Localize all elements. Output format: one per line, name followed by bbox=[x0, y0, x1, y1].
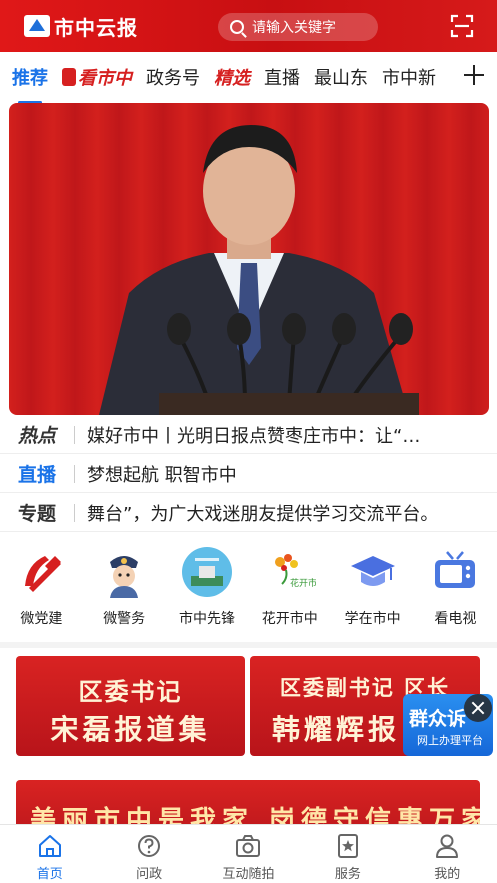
row-divider bbox=[74, 464, 75, 483]
tab-shizhong-news[interactable]: 市中新 bbox=[382, 64, 436, 90]
flower-icon: 花开市中 bbox=[274, 554, 316, 589]
banner-slogan[interactable]: 美丽市中是我家 岗德守信惠万家 bbox=[16, 780, 480, 824]
kan-badge-icon bbox=[62, 68, 76, 86]
nav-label: 互动随拍 bbox=[222, 867, 275, 882]
banner-subtitle: 宋磊报道集 bbox=[50, 713, 211, 746]
nav-interactive-photo[interactable]: 互动随拍 bbox=[199, 825, 298, 883]
bottom-nav: 首页 问政 互动随拍 服务 我的 bbox=[0, 824, 497, 883]
scan-icon[interactable] bbox=[450, 14, 474, 38]
service-party-building[interactable]: 微党建 bbox=[0, 538, 83, 638]
party-emblem-icon bbox=[25, 556, 62, 592]
live-tag: 直播 bbox=[18, 464, 57, 486]
floating-subtitle: 网上办理平台 bbox=[417, 734, 483, 747]
hero-image[interactable] bbox=[9, 103, 489, 415]
add-channel-icon[interactable] bbox=[461, 62, 487, 88]
tab-gov-accounts[interactable]: 政务号 bbox=[146, 64, 200, 90]
nav-home[interactable]: 首页 bbox=[0, 825, 99, 883]
service-grid: 微党建 微警务 市中先锋 花开市 花开市中 学在市中 看电视 bbox=[0, 538, 497, 638]
search-box[interactable]: 请输入关键字 bbox=[218, 13, 378, 41]
service-police[interactable]: 微警务 bbox=[83, 538, 166, 638]
banner-title: 区委书记 bbox=[78, 678, 183, 706]
news-row-live[interactable]: 直播 梦想起航 职智市中 bbox=[0, 455, 497, 493]
user-icon bbox=[436, 834, 459, 858]
news-row-hot[interactable]: 热点 媒好市中丨光明日报点赞枣庄市中：让“… bbox=[0, 416, 497, 454]
star-document-icon bbox=[337, 834, 358, 858]
tab-shandong[interactable]: 最山东 bbox=[314, 64, 368, 90]
nav-label: 首页 bbox=[36, 867, 63, 882]
pioneer-icon bbox=[181, 547, 232, 597]
service-pioneer[interactable]: 市中先锋 bbox=[166, 538, 249, 638]
close-icon[interactable] bbox=[464, 694, 492, 722]
banner-party-secretary[interactable]: 区委书记 宋磊报道集 bbox=[16, 656, 245, 756]
topic-tag: 专题 bbox=[18, 503, 57, 525]
news-row-topic[interactable]: 专题 舞台”，为广大戏迷朋友提供学习交流平台。 bbox=[0, 494, 497, 532]
tab-live[interactable]: 直播 bbox=[264, 64, 300, 90]
tab-recommend[interactable]: 推荐 bbox=[12, 64, 48, 104]
tab-kan-shizhong[interactable]: 看市中 bbox=[62, 64, 132, 90]
service-label: 微警务 bbox=[103, 611, 146, 627]
svg-text:花开市中: 花开市中 bbox=[290, 577, 316, 589]
tab-featured[interactable]: 精选 bbox=[214, 64, 250, 90]
service-flowers[interactable]: 花开市中 花开市中 bbox=[248, 538, 331, 638]
service-label: 市中先锋 bbox=[178, 611, 235, 627]
service-label: 微党建 bbox=[20, 611, 63, 627]
nav-label: 服务 bbox=[334, 867, 361, 882]
live-headline: 梦想起航 职智市中 bbox=[87, 464, 237, 486]
app-logo[interactable]: 市中云报 bbox=[24, 12, 138, 41]
service-learning[interactable]: 学在市中 bbox=[331, 538, 414, 638]
service-label: 看电视 bbox=[434, 611, 477, 627]
hot-tag: 热点 bbox=[18, 425, 57, 447]
tab-kan-label: 看市中 bbox=[78, 68, 132, 89]
graduation-cap-icon bbox=[350, 556, 395, 586]
hot-headline: 媒好市中丨光明日报点赞枣庄市中：让“… bbox=[87, 425, 421, 447]
logo-icon bbox=[24, 15, 50, 37]
nav-label: 我的 bbox=[434, 867, 461, 882]
slogan-text: 美丽市中是我家 岗德守信惠万家 bbox=[30, 806, 480, 824]
topic-headline: 舞台”，为广大戏迷朋友提供学习交流平台。 bbox=[87, 503, 439, 525]
service-tv[interactable]: 看电视 bbox=[414, 538, 497, 638]
row-divider bbox=[74, 425, 75, 444]
app-name: 市中云报 bbox=[54, 15, 138, 40]
channel-tabs: 推荐 看市中 政务号 精选 直播 最山东 市中新 bbox=[0, 52, 497, 104]
camera-icon bbox=[236, 835, 261, 857]
row-divider bbox=[74, 503, 75, 522]
search-icon bbox=[230, 20, 244, 34]
nav-services[interactable]: 服务 bbox=[298, 825, 397, 883]
section-divider bbox=[0, 642, 497, 648]
service-label: 花开市中 bbox=[261, 611, 318, 627]
search-placeholder: 请输入关键字 bbox=[252, 20, 336, 36]
nav-mine[interactable]: 我的 bbox=[398, 825, 497, 883]
floating-title: 群众诉 bbox=[409, 708, 467, 730]
nav-inquiry[interactable]: 问政 bbox=[99, 825, 198, 883]
home-icon bbox=[38, 835, 61, 857]
question-icon bbox=[138, 835, 161, 857]
speaker-photo bbox=[99, 125, 419, 415]
police-icon bbox=[110, 556, 139, 598]
top-header: 市中云报 请输入关键字 bbox=[0, 0, 497, 52]
app-screen: 市中云报 请输入关键字 推荐 看市中 政务号 精选 直播 最山东 市中新 热点 … bbox=[0, 0, 497, 883]
tv-icon bbox=[435, 551, 476, 588]
nav-label: 问政 bbox=[136, 867, 163, 882]
service-label: 学在市中 bbox=[344, 611, 401, 627]
